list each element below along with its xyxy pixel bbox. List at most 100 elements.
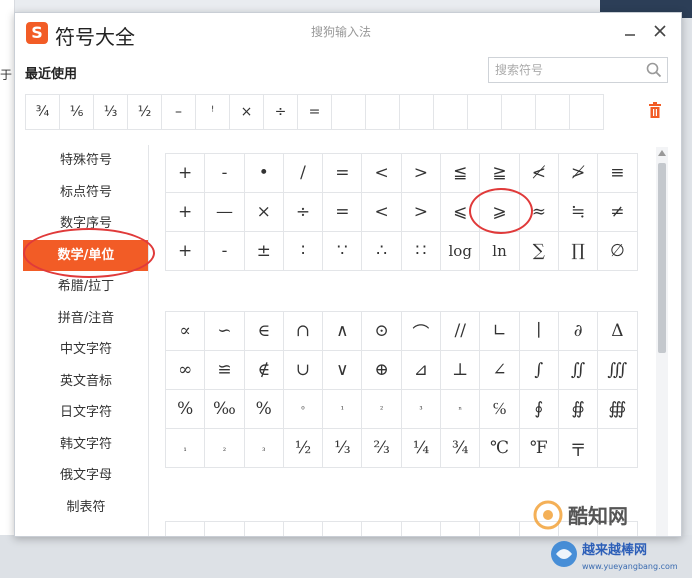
symbol-cell[interactable]: ∵ — [323, 232, 363, 271]
minimize-button[interactable] — [619, 21, 641, 43]
scrollbar[interactable] — [656, 147, 668, 536]
symbol-cell[interactable]: ∂ — [558, 312, 599, 351]
symbol-cell[interactable]: ∨ — [323, 351, 363, 390]
symbol-cell[interactable]: ⩾ — [480, 193, 520, 232]
symbol-cell[interactable]: ℉ — [519, 429, 559, 468]
symbol-cell[interactable]: ≠ — [598, 193, 638, 232]
symbol-cell[interactable]: ⁿ — [441, 390, 481, 429]
recent-symbol[interactable]: ꜝ — [195, 94, 230, 130]
symbol-cell[interactable]: ln — [480, 232, 520, 271]
symbol-cell[interactable]: ∴ — [362, 232, 402, 271]
symbol-cell[interactable]: ₃ — [244, 429, 284, 468]
scroll-thumb[interactable] — [658, 163, 666, 353]
symbol-cell[interactable]: ≡ — [598, 154, 638, 193]
symbol-cell[interactable]: ≯ — [558, 154, 599, 193]
symbol-cell[interactable]: ℅ — [480, 390, 520, 429]
symbol-cell-empty[interactable] — [362, 522, 402, 536]
symbol-cell[interactable]: = — [323, 154, 363, 193]
symbol-cell[interactable]: ⅓ — [323, 429, 363, 468]
symbol-cell[interactable]: ∫ — [519, 351, 559, 390]
symbol-cell[interactable]: ∭ — [598, 351, 638, 390]
sidebar-item-7[interactable]: 英文音标 — [23, 366, 149, 398]
sidebar-item-10[interactable]: 俄文字母 — [23, 460, 149, 492]
symbol-cell-empty[interactable] — [441, 522, 481, 536]
sidebar-item-0[interactable]: 特殊符号 — [23, 145, 149, 177]
symbol-cell[interactable]: ∞ — [166, 351, 206, 390]
symbol-cell[interactable]: ⊙ — [362, 312, 402, 351]
symbol-cell[interactable]: + — [166, 193, 206, 232]
symbol-cell-empty[interactable] — [598, 429, 638, 468]
symbol-cell[interactable]: ∉ — [244, 351, 284, 390]
symbol-cell[interactable]: ½ — [283, 429, 324, 468]
recent-symbol[interactable]: – — [161, 94, 196, 130]
recent-symbol[interactable]: ⅓ — [93, 94, 128, 130]
symbol-cell[interactable]: ∝ — [166, 312, 206, 351]
symbol-cell[interactable]: = — [323, 193, 363, 232]
symbol-cell[interactable]: 〒 — [558, 429, 599, 468]
sidebar-item-2[interactable]: 数字序号 — [23, 208, 149, 240]
title-bar[interactable]: S 符号大全 搜狗输入法 — [15, 13, 681, 53]
symbol-cell[interactable]: // — [441, 312, 481, 351]
sidebar-item-8[interactable]: 日文字符 — [23, 397, 149, 429]
sidebar-item-9[interactable]: 韩文字符 — [23, 429, 149, 461]
symbol-cell[interactable]: ∠ — [480, 351, 520, 390]
symbol-cell[interactable]: ∰ — [598, 390, 638, 429]
symbol-cell[interactable]: ≒ — [558, 193, 599, 232]
symbol-cell[interactable]: ≮ — [519, 154, 559, 193]
symbol-cell[interactable]: ∯ — [558, 390, 599, 429]
symbol-cell[interactable]: + — [166, 154, 206, 193]
symbol-cell[interactable]: ≧ — [480, 154, 520, 193]
symbol-cell[interactable]: % — [244, 390, 284, 429]
symbol-cell[interactable]: ∮ — [519, 390, 559, 429]
sidebar-item-5[interactable]: 拼音/注音 — [23, 303, 149, 335]
symbol-cell[interactable]: ∪ — [283, 351, 324, 390]
symbol-cell[interactable]: ³ — [401, 390, 442, 429]
symbol-cell[interactable]: ₂ — [205, 429, 245, 468]
symbol-cell-empty[interactable] — [480, 522, 520, 536]
sidebar-item-11[interactable]: 制表符 — [23, 492, 149, 524]
symbol-cell[interactable]: ℃ — [480, 429, 520, 468]
symbol-cell-empty[interactable] — [283, 522, 324, 536]
symbol-cell[interactable]: ₁ — [166, 429, 206, 468]
symbol-cell[interactable]: ¹ — [323, 390, 363, 429]
symbol-cell[interactable]: ⊥ — [441, 351, 481, 390]
symbol-cell[interactable]: + — [166, 232, 206, 271]
symbol-cell[interactable]: > — [401, 193, 442, 232]
recent-symbol[interactable]: × — [229, 94, 264, 130]
symbol-cell[interactable]: % — [166, 390, 206, 429]
sidebar-item-6[interactable]: 中文字符 — [23, 334, 149, 366]
symbol-cell-empty[interactable] — [323, 522, 363, 536]
recent-symbol[interactable]: = — [297, 94, 332, 130]
symbol-cell[interactable]: ± — [244, 232, 284, 271]
symbol-cell[interactable]: ⩽ — [441, 193, 481, 232]
symbol-cell[interactable]: ÷ — [283, 193, 324, 232]
scroll-up-icon[interactable] — [657, 149, 667, 157]
symbol-cell[interactable]: — — [205, 193, 245, 232]
symbol-cell[interactable]: ∟ — [480, 312, 520, 351]
symbol-cell[interactable]: < — [362, 154, 402, 193]
symbol-cell[interactable]: Δ — [598, 312, 638, 351]
symbol-cell[interactable]: ‰ — [205, 390, 245, 429]
sidebar-item-3[interactable]: 数学/单位 — [23, 239, 149, 271]
symbol-cell[interactable]: ∣ — [519, 312, 559, 351]
sidebar-item-1[interactable]: 标点符号 — [23, 177, 149, 209]
symbol-cell[interactable]: ⁰ — [283, 390, 324, 429]
symbol-cell[interactable]: < — [362, 193, 402, 232]
symbol-cell[interactable]: ∶ — [283, 232, 324, 271]
symbol-cell[interactable]: ¾ — [441, 429, 481, 468]
symbol-cell[interactable]: ≦ — [441, 154, 481, 193]
close-button[interactable] — [649, 21, 671, 43]
symbol-cell[interactable]: ∧ — [323, 312, 363, 351]
recent-symbol[interactable]: ¾ — [25, 94, 60, 130]
symbol-cell[interactable]: log — [441, 232, 481, 271]
symbol-cell[interactable]: ⊿ — [401, 351, 442, 390]
symbol-cell[interactable]: > — [401, 154, 442, 193]
symbol-cell[interactable]: ∅ — [598, 232, 638, 271]
symbol-cell[interactable]: ∑ — [519, 232, 559, 271]
search-input[interactable] — [489, 58, 651, 82]
symbol-cell-empty[interactable] — [166, 522, 206, 536]
symbol-cell-empty[interactable] — [205, 522, 245, 536]
symbol-cell-empty[interactable] — [244, 522, 284, 536]
symbol-cell[interactable]: / — [283, 154, 324, 193]
recent-symbol[interactable]: ½ — [127, 94, 162, 130]
